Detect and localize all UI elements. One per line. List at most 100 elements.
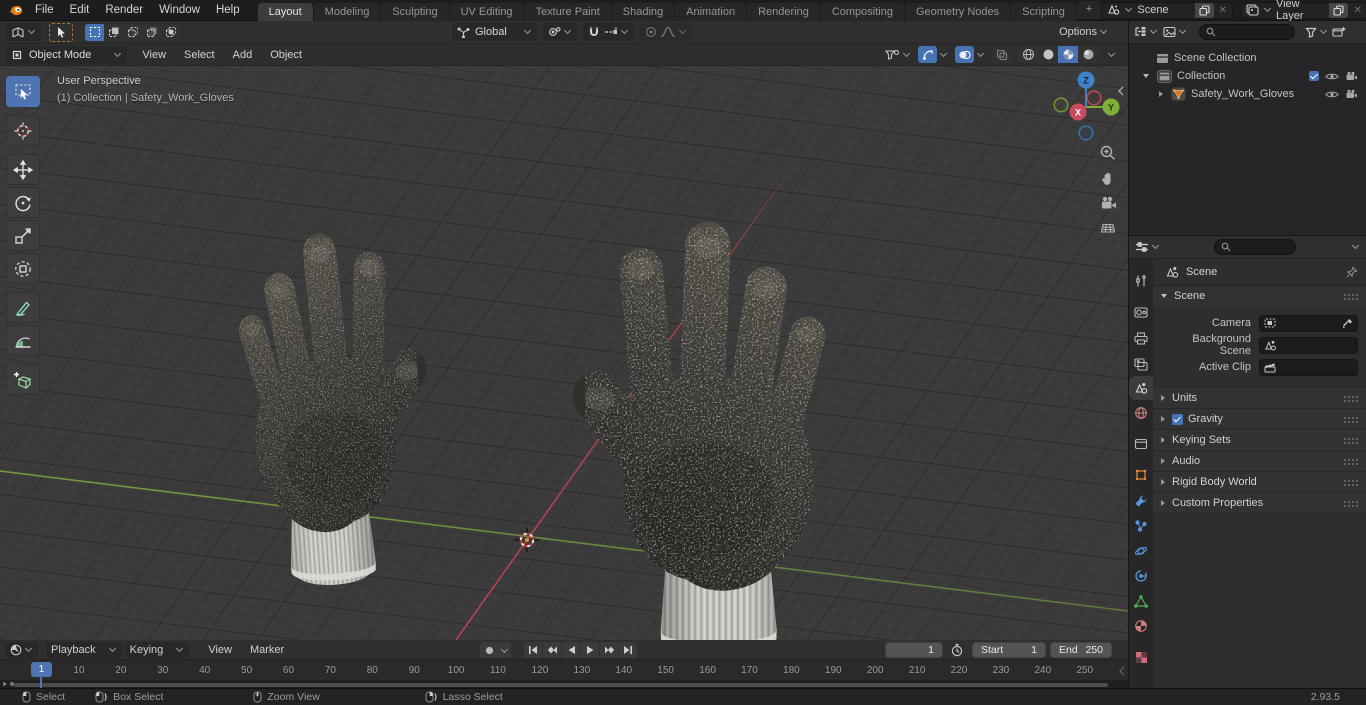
channels-expand-icon[interactable] [3, 681, 7, 687]
tab-output[interactable] [1129, 326, 1153, 350]
tab-texture[interactable] [1129, 645, 1153, 669]
tool-measure[interactable] [6, 325, 40, 356]
panel-grip[interactable] [1343, 457, 1358, 465]
view-layer-name[interactable]: View Layer [1272, 0, 1330, 22]
playhead-line[interactable] [40, 677, 42, 688]
panel-grip[interactable] [1343, 292, 1358, 300]
zoom-view-button[interactable] [1097, 142, 1119, 164]
tab-tool[interactable] [1129, 269, 1153, 293]
camera-field[interactable] [1259, 314, 1358, 332]
tool-annotate[interactable] [6, 292, 40, 323]
sidebar-collapse-arrow[interactable] [1110, 80, 1128, 102]
mode-dropdown[interactable]: Object Mode [6, 45, 128, 64]
workspace-tab[interactable]: Animation [675, 2, 747, 21]
current-frame-field[interactable]: 1 [885, 642, 943, 658]
pan-view-button[interactable] [1097, 167, 1119, 189]
end-frame-field[interactable]: End 250 [1050, 642, 1112, 658]
start-frame-field[interactable]: Start 1 [972, 642, 1046, 658]
section-audio[interactable]: Audio [1153, 450, 1366, 471]
panel-grip[interactable] [1343, 436, 1358, 444]
tab-particles[interactable] [1129, 514, 1153, 538]
timeline-view-menu[interactable]: View [199, 644, 241, 656]
orthographic-toggle-button[interactable] [1097, 217, 1119, 239]
tab-object-data[interactable] [1129, 589, 1153, 613]
tab-material[interactable] [1129, 614, 1153, 638]
gizmos-toggle[interactable] [918, 46, 948, 63]
workspace-tab[interactable]: Scripting [1011, 2, 1076, 21]
active-tool-indicator[interactable] [49, 22, 73, 42]
properties-editor-type-button[interactable] [1135, 241, 1160, 253]
workspace-tab[interactable]: Modeling [313, 2, 381, 21]
workspace-tab[interactable]: Texture Paint [524, 2, 611, 21]
new-view-layer-button[interactable] [1329, 2, 1349, 18]
menu-item[interactable]: Window [151, 0, 208, 21]
right-glove-object[interactable] [566, 208, 848, 640]
workspace-tab[interactable]: Sculpting [381, 2, 449, 21]
blender-logo-icon[interactable] [8, 4, 23, 17]
editor-type-button[interactable] [6, 23, 41, 41]
section-rigid-body-world[interactable]: Rigid Body World [1153, 471, 1366, 492]
tool-scale[interactable] [6, 220, 40, 251]
expand-icon[interactable] [1159, 91, 1163, 97]
tab-world[interactable] [1129, 401, 1153, 425]
3d-viewport[interactable]: User Perspective (1) Collection | Safety… [0, 66, 1128, 640]
panel-grip[interactable] [1343, 478, 1358, 486]
proportional-editing-group[interactable] [639, 23, 692, 41]
expand-icon[interactable] [1143, 74, 1149, 78]
pivot-point-dropdown[interactable] [542, 23, 577, 41]
scroll-arrow-icon[interactable] [1118, 666, 1126, 676]
tool-add-cube[interactable] [6, 364, 40, 395]
outliner-search[interactable] [1199, 24, 1295, 40]
hide-eye-icon[interactable] [1325, 90, 1339, 99]
outliner-filter-button[interactable] [1305, 26, 1328, 38]
select-mode-intersect[interactable] [161, 23, 180, 41]
tab-object[interactable] [1129, 463, 1153, 487]
outliner-display-mode-button[interactable] [1163, 26, 1187, 38]
outliner-row-safety-work-gloves[interactable]: Safety_Work_Gloves [1129, 85, 1366, 103]
use-preview-range-button[interactable] [950, 643, 964, 657]
select-mode-new[interactable] [85, 23, 104, 41]
options-dropdown[interactable]: Options [1059, 26, 1108, 38]
next-keyframe-button[interactable] [600, 642, 618, 658]
workspace-tab[interactable]: Rendering [747, 2, 820, 21]
jump-to-start-button[interactable] [524, 642, 542, 658]
jump-to-end-button[interactable] [619, 642, 637, 658]
camera-view-button[interactable] [1097, 192, 1119, 214]
playback-menu[interactable]: Playback [46, 641, 122, 658]
tool-cursor[interactable] [6, 115, 40, 146]
auto-key-dropdown[interactable] [498, 642, 511, 658]
panel-grip[interactable] [1343, 499, 1358, 507]
play-reverse-button[interactable] [562, 642, 580, 658]
background-scene-field[interactable] [1259, 336, 1358, 354]
tool-move[interactable] [6, 154, 40, 185]
tab-physics[interactable] [1129, 539, 1153, 563]
scene-panel-header[interactable]: Scene [1153, 285, 1366, 306]
section-units[interactable]: Units [1153, 387, 1366, 408]
view-layer-selector[interactable]: View Layer ✕ [1240, 0, 1366, 22]
viewport-menu-item[interactable]: View [133, 49, 175, 61]
tab-render[interactable] [1129, 300, 1153, 324]
shading-wireframe-button[interactable] [1018, 46, 1038, 63]
viewport-menu-item[interactable]: Select [175, 49, 224, 61]
active-clip-field[interactable] [1259, 358, 1358, 376]
gizmo-axis-y-neg[interactable] [1053, 97, 1069, 113]
properties-search-input[interactable] [1230, 241, 1289, 253]
panel-grip[interactable] [1343, 415, 1358, 423]
workspace-tab[interactable]: Layout [257, 2, 313, 21]
tool-transform[interactable] [6, 253, 40, 284]
select-mode-subtract[interactable] [123, 23, 142, 41]
gravity-checkbox[interactable] [1172, 413, 1183, 425]
section-custom-properties[interactable]: Custom Properties [1153, 492, 1366, 513]
disable-render-camera-icon[interactable] [1345, 71, 1358, 81]
unlink-scene-button[interactable]: ✕ [1214, 5, 1232, 16]
chevron-down-icon[interactable] [1351, 241, 1360, 250]
shading-rendered-button[interactable] [1078, 46, 1098, 63]
timeline-scroll-strip[interactable] [0, 681, 1128, 688]
visibility-filter-dropdown[interactable] [885, 49, 911, 61]
outliner-editor-type-button[interactable] [1134, 26, 1158, 38]
tab-collection-properties[interactable] [1129, 432, 1153, 456]
workspace-tab[interactable]: UV Editing [449, 2, 524, 21]
timeline-scrollbar[interactable] [14, 682, 1108, 687]
workspace-tab[interactable]: Shading [611, 2, 675, 21]
viewport-menu-item[interactable]: Object [261, 49, 311, 61]
